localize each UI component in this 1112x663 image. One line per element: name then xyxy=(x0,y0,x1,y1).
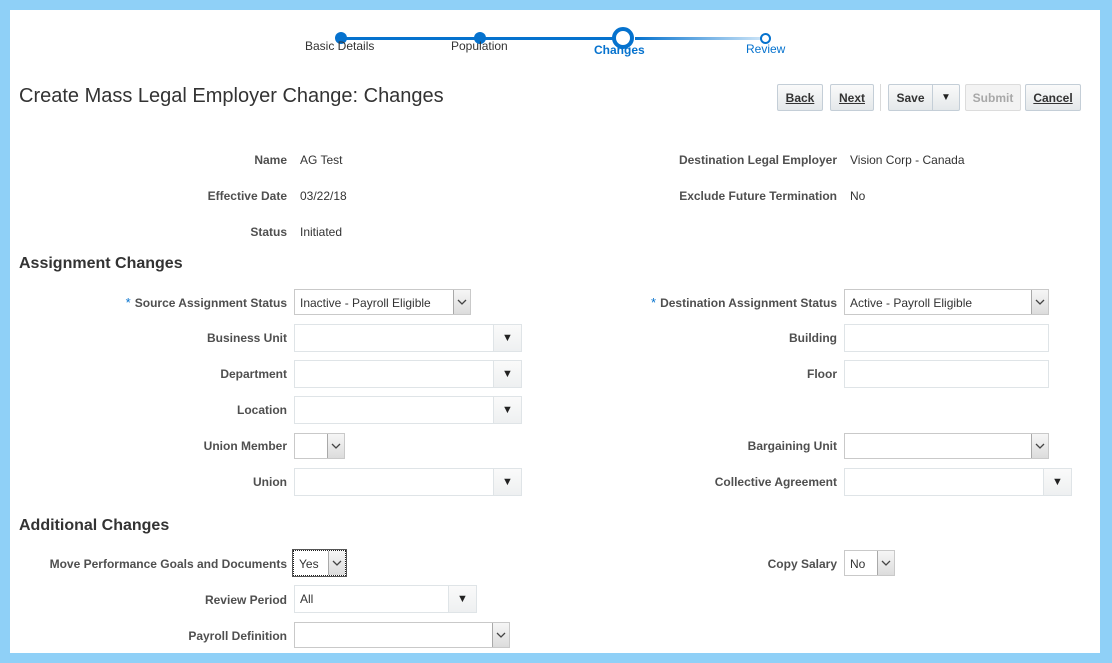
train-label-population[interactable]: Population xyxy=(451,39,508,53)
union-input[interactable]: ▼ xyxy=(294,468,522,496)
payroll-definition-label: Payroll Definition xyxy=(188,629,287,643)
status-value: Initiated xyxy=(300,225,343,239)
exclude-future-termination-value: No xyxy=(850,189,866,203)
train-label-changes: Changes xyxy=(594,43,645,57)
business-unit-input[interactable]: ▼ xyxy=(294,324,522,352)
review-period-label: Review Period xyxy=(204,593,287,607)
source-assignment-status-select[interactable]: Inactive - Payroll Eligible xyxy=(294,289,471,315)
save-menu-chevron-down-icon[interactable]: ▼ xyxy=(933,85,959,110)
copy-salary-label: Copy Salary xyxy=(767,557,837,571)
chevron-down-icon xyxy=(877,551,894,575)
save-button-group: Save ▼ xyxy=(888,84,960,111)
collective-agreement-input[interactable]: ▼ xyxy=(844,468,1072,496)
save-button[interactable]: Save xyxy=(889,85,933,110)
payroll-definition-select[interactable] xyxy=(294,622,510,648)
union-member-label: Union Member xyxy=(203,439,287,453)
page-title: Create Mass Legal Employer Change: Chang… xyxy=(19,85,444,107)
additional-changes-heading: Additional Changes xyxy=(19,517,170,534)
triangle-down-icon[interactable]: ▼ xyxy=(493,469,521,495)
exclude-future-termination-label: Exclude Future Termination xyxy=(679,189,837,203)
effective-date-label: Effective Date xyxy=(207,189,287,203)
chevron-down-icon xyxy=(327,434,344,458)
destination-assignment-status-label: * Destination Assignment Status xyxy=(651,295,837,310)
floor-input[interactable] xyxy=(844,360,1049,388)
cancel-button[interactable]: Cancel xyxy=(1025,84,1081,111)
department-label: Department xyxy=(220,367,287,381)
floor-label: Floor xyxy=(807,367,837,381)
source-assignment-status-label: * Source Assignment Status xyxy=(125,295,287,310)
chevron-down-icon xyxy=(1031,434,1048,458)
move-performance-goals-label: Move Performance Goals and Documents xyxy=(49,557,287,571)
business-unit-label: Business Unit xyxy=(206,331,287,345)
toolbar-separator xyxy=(880,84,881,111)
submit-button: Submit xyxy=(965,84,1021,111)
chevron-down-icon xyxy=(453,290,470,314)
copy-salary-select[interactable]: No xyxy=(844,550,895,576)
assignment-changes-heading: Assignment Changes xyxy=(19,255,183,272)
collective-agreement-label: Collective Agreement xyxy=(714,475,837,489)
chevron-down-icon xyxy=(328,551,345,575)
chevron-down-icon xyxy=(1031,290,1048,314)
building-label: Building xyxy=(789,331,837,345)
effective-date-value: 03/22/18 xyxy=(300,189,347,203)
page-frame: Basic Details Population Changes Review … xyxy=(10,10,1100,653)
bargaining-unit-select[interactable] xyxy=(844,433,1049,459)
triangle-down-icon[interactable]: ▼ xyxy=(493,361,521,387)
train-line-remaining xyxy=(635,37,765,40)
triangle-down-icon[interactable]: ▼ xyxy=(448,586,476,612)
back-button[interactable]: Back xyxy=(777,84,823,111)
bargaining-unit-label: Bargaining Unit xyxy=(747,439,837,453)
building-input[interactable] xyxy=(844,324,1049,352)
destination-legal-employer-label: Destination Legal Employer xyxy=(678,153,837,167)
department-input[interactable]: ▼ xyxy=(294,360,522,388)
train-label-review[interactable]: Review xyxy=(746,42,785,56)
triangle-down-icon[interactable]: ▼ xyxy=(1043,469,1071,495)
review-period-input[interactable]: All ▼ xyxy=(294,585,477,613)
required-marker: * xyxy=(125,295,131,310)
location-label: Location xyxy=(237,403,287,417)
location-input[interactable]: ▼ xyxy=(294,396,522,424)
triangle-down-icon[interactable]: ▼ xyxy=(493,325,521,351)
union-member-select[interactable] xyxy=(294,433,345,459)
destination-assignment-status-select[interactable]: Active - Payroll Eligible xyxy=(844,289,1049,315)
name-value: AG Test xyxy=(300,153,343,167)
chevron-down-icon xyxy=(492,623,509,647)
train-label-basic-details[interactable]: Basic Details xyxy=(305,39,374,53)
name-label: Name xyxy=(254,153,287,167)
triangle-down-icon[interactable]: ▼ xyxy=(493,397,521,423)
union-label: Union xyxy=(253,475,287,489)
next-button[interactable]: Next xyxy=(830,84,874,111)
move-performance-goals-select[interactable]: Yes xyxy=(292,549,347,577)
destination-legal-employer-value: Vision Corp - Canada xyxy=(850,153,965,167)
status-label: Status xyxy=(250,225,287,239)
